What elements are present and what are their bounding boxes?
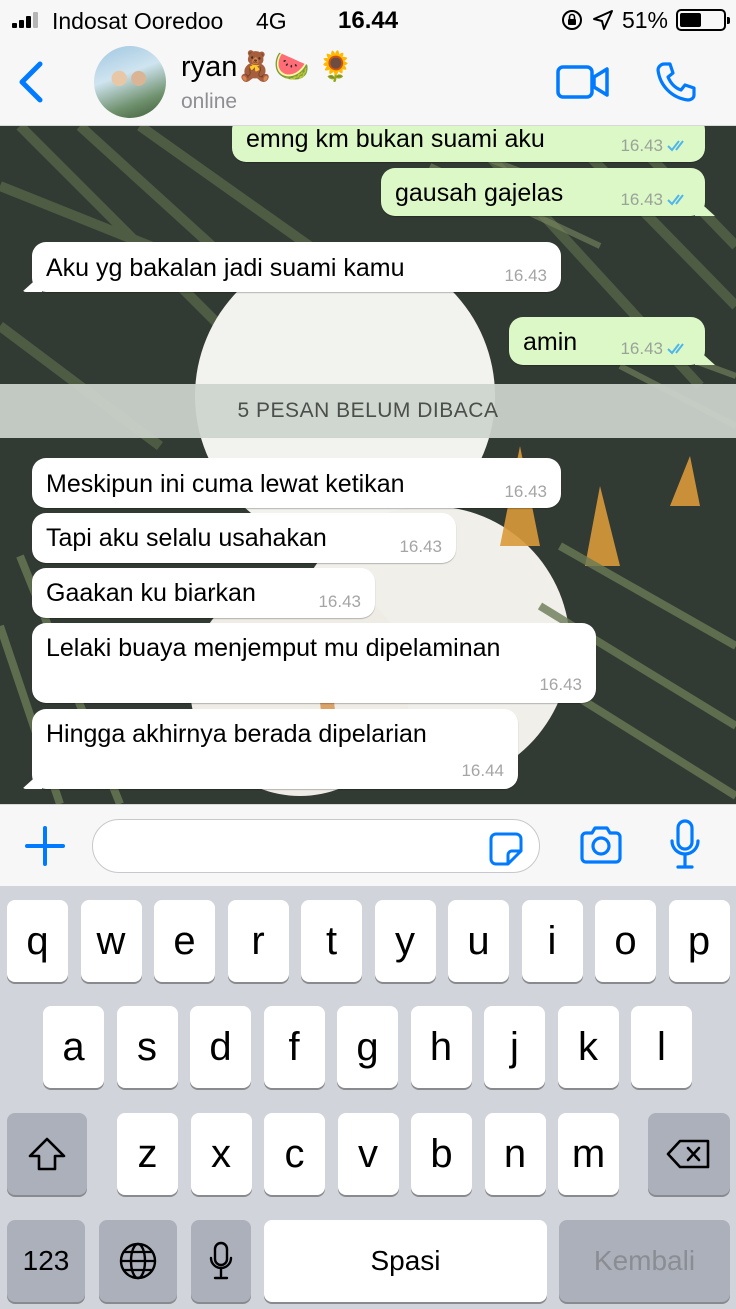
read-receipt-icon <box>667 343 684 355</box>
message-bubble-outgoing[interactable]: emng km bukan suami aku 16.43 <box>232 126 705 162</box>
key-v[interactable]: v <box>337 1113 399 1195</box>
message-text: Meskipun ini cuma lewat ketikan <box>46 470 405 498</box>
contact-status: online <box>181 90 238 113</box>
status-bar: Indosat Ooredoo 4G 16.44 51% <box>0 0 736 40</box>
key-x[interactable]: x <box>190 1113 252 1195</box>
key-p[interactable]: p <box>668 900 730 982</box>
message-bubble-incoming[interactable]: Aku yg bakalan jadi suami kamu 16.43 <box>32 242 561 292</box>
message-time: 16.43 <box>539 675 582 694</box>
return-key[interactable]: Kembali <box>559 1220 730 1302</box>
network-type: 4G <box>256 8 287 34</box>
shift-arrow-icon <box>28 1137 66 1171</box>
key-h[interactable]: h <box>410 1006 472 1088</box>
message-text: Gaakan ku biarkan <box>46 579 256 607</box>
space-key[interactable]: Spasi <box>264 1220 547 1302</box>
key-d[interactable]: d <box>190 1006 251 1088</box>
on-screen-keyboard: qwertyuiop asdfghjkl zxcvbnm 123 Spasi K… <box>0 886 736 1309</box>
carrier-name: Indosat Ooredoo <box>52 8 224 34</box>
contact-name[interactable]: ryan🧸🍉 🌻 <box>181 50 354 84</box>
key-l[interactable]: l <box>631 1006 692 1088</box>
status-right: 51% <box>560 6 730 34</box>
attach-plus-icon[interactable] <box>24 825 66 867</box>
chat-area[interactable]: emng km bukan suami aku 16.43 gausah gaj… <box>0 126 736 804</box>
message-bubble-incoming[interactable]: Tapi aku selalu usahakan 16.43 <box>32 513 456 563</box>
backspace-key[interactable] <box>648 1113 730 1195</box>
key-w[interactable]: w <box>80 900 142 982</box>
message-text: Tapi aku selalu usahakan <box>46 524 327 552</box>
microphone-icon <box>209 1241 233 1280</box>
message-text: amin <box>523 328 578 356</box>
rotation-lock-icon <box>561 10 582 30</box>
status-time: 16.44 <box>338 7 399 34</box>
message-time: 16.43 <box>620 339 663 358</box>
key-n[interactable]: n <box>484 1113 546 1195</box>
message-bubble-incoming[interactable]: Meskipun ini cuma lewat ketikan 16.43 <box>32 458 561 508</box>
message-time: 16.43 <box>504 482 547 501</box>
message-text: emng km bukan suami aku <box>246 126 545 153</box>
phone-call-icon[interactable] <box>654 60 698 104</box>
dictation-key[interactable] <box>191 1220 251 1302</box>
message-input-bar <box>0 804 736 886</box>
key-c[interactable]: c <box>264 1113 325 1195</box>
key-f[interactable]: f <box>263 1006 325 1088</box>
battery-icon <box>676 9 730 31</box>
message-time: 16.43 <box>399 537 442 556</box>
key-e[interactable]: e <box>154 900 215 982</box>
message-time: 16.43 <box>318 592 361 611</box>
read-receipt-icon <box>667 140 684 152</box>
back-chevron-icon[interactable] <box>14 58 48 106</box>
video-call-icon[interactable] <box>556 64 610 100</box>
message-text: Hingga akhirnya berada dipelarian <box>46 720 427 748</box>
backspace-icon <box>666 1139 710 1169</box>
key-r[interactable]: r <box>227 900 289 982</box>
key-u[interactable]: u <box>448 900 509 982</box>
camera-icon[interactable] <box>578 825 624 865</box>
message-input[interactable] <box>92 819 540 873</box>
message-time: 16.43 <box>620 190 663 209</box>
key-o[interactable]: o <box>595 900 656 982</box>
key-q[interactable]: q <box>7 900 68 982</box>
message-time: 16.43 <box>620 136 663 155</box>
message-text: Lelaki buaya menjemput mu dipelaminan <box>46 634 501 662</box>
signal-strength-icon <box>12 12 46 28</box>
key-g[interactable]: g <box>337 1006 398 1088</box>
language-key[interactable] <box>99 1220 177 1302</box>
message-time: 16.44 <box>461 761 504 780</box>
key-a[interactable]: a <box>43 1006 104 1088</box>
message-text: Aku yg bakalan jadi suami kamu <box>46 254 405 282</box>
message-bubble-outgoing[interactable]: gausah gajelas 16.43 <box>381 168 705 216</box>
key-y[interactable]: y <box>374 900 436 982</box>
key-z[interactable]: z <box>117 1113 178 1195</box>
message-bubble-incoming[interactable]: Lelaki buaya menjemput mu dipelaminan 16… <box>32 623 596 703</box>
microphone-icon[interactable] <box>668 819 702 871</box>
shift-key[interactable] <box>7 1113 87 1195</box>
key-k[interactable]: k <box>557 1006 619 1088</box>
key-s[interactable]: s <box>116 1006 178 1088</box>
message-text: gausah gajelas <box>395 179 564 207</box>
message-bubble-incoming[interactable]: Hingga akhirnya berada dipelarian 16.44 <box>32 709 518 789</box>
read-receipt-icon <box>667 194 684 206</box>
key-m[interactable]: m <box>558 1113 619 1195</box>
contact-avatar[interactable] <box>94 46 166 118</box>
sticker-icon[interactable] <box>488 831 524 867</box>
key-t[interactable]: t <box>301 900 362 982</box>
key-i[interactable]: i <box>521 900 583 982</box>
location-arrow-icon <box>592 10 613 30</box>
message-time: 16.43 <box>504 266 547 285</box>
globe-icon <box>119 1242 157 1280</box>
key-b[interactable]: b <box>411 1113 472 1195</box>
numbers-key[interactable]: 123 <box>7 1220 85 1302</box>
message-bubble-incoming[interactable]: Gaakan ku biarkan 16.43 <box>32 568 375 618</box>
chat-header: ryan🧸🍉 🌻 online <box>0 40 736 126</box>
key-j[interactable]: j <box>484 1006 545 1088</box>
battery-percent: 51% <box>621 6 668 33</box>
unread-messages-banner: 5 PESAN BELUM DIBACA <box>0 384 736 438</box>
message-bubble-outgoing[interactable]: amin 16.43 <box>509 317 705 365</box>
